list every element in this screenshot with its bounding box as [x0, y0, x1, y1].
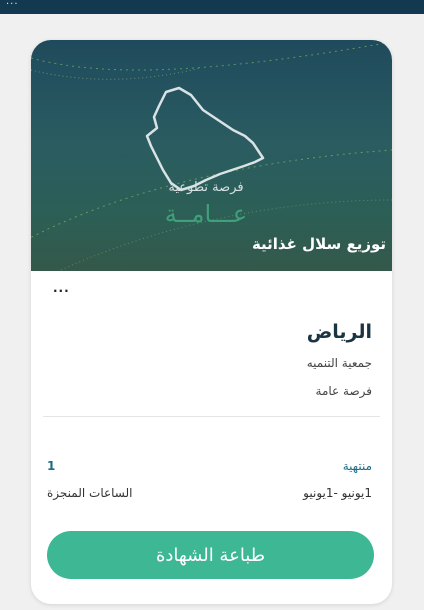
opportunity-title: توزيع سلال غذائية — [251, 235, 386, 253]
logo-text-line1: فرصة تطوعية — [168, 180, 243, 195]
logo-text-line2: عـــامــة — [165, 200, 248, 228]
status-label: منتهية — [342, 459, 372, 473]
opportunity-image: فرصة تطوعية عـــامــة توزيع سلال غذائية — [31, 40, 392, 271]
topbar-dots: ... — [6, 0, 19, 7]
city-name: الرياض — [306, 321, 372, 343]
print-certificate-button[interactable]: طباعة الشهادة — [47, 531, 374, 579]
opportunity-card[interactable]: فرصة تطوعية عـــامــة توزيع سلال غذائية … — [31, 40, 392, 604]
organization-name: جمعية التنميه — [306, 356, 372, 370]
divider — [43, 416, 380, 417]
more-options-icon[interactable]: ... — [53, 281, 70, 295]
date-range: 1يونيو -1يونيو — [303, 486, 372, 500]
hours-label: الساعات المنجزة — [47, 486, 133, 500]
top-bar: ... — [0, 0, 424, 14]
opportunity-type: فرصة عامة — [315, 384, 372, 398]
hours-value: 1 — [47, 459, 56, 473]
